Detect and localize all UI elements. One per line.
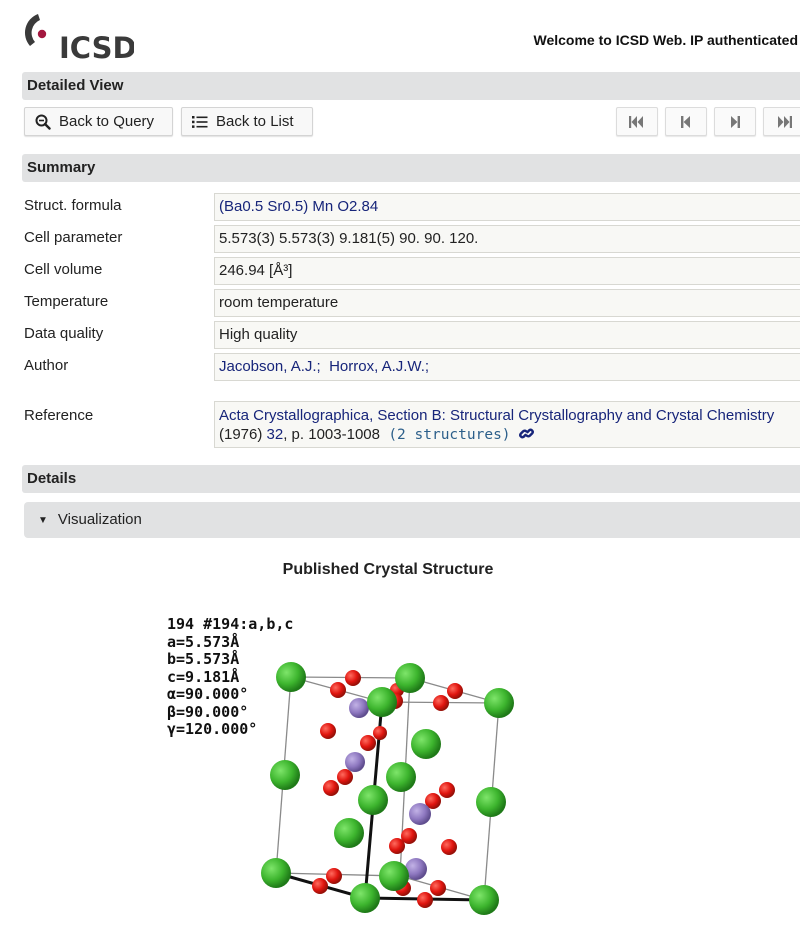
first-icon [629,115,643,128]
oxygen-atom [330,682,346,698]
back-to-list-button[interactable]: Back to List [181,107,313,136]
ba-sr-atom [476,787,506,817]
link-icon[interactable] [518,426,534,441]
formula-value: (Ba0.5 Sr0.5) Mn O2.84 [214,193,800,221]
ba-sr-atom [276,662,306,692]
temperature-value: room temperature [214,289,800,317]
oxygen-atom [360,735,376,751]
author-link[interactable]: Horrox, A.J.W.; [329,358,429,375]
visualization-toggle[interactable]: ▼ Visualization [24,502,800,538]
ba-sr-atom [484,688,514,718]
ba-sr-atom [367,687,397,717]
logo-mark-icon: ICSD [24,14,137,65]
icsd-logo[interactable]: ICSD [24,12,137,65]
oxygen-atom [441,839,457,855]
ba-sr-atom [395,663,425,693]
oxygen-atom [373,726,387,740]
data-quality-label: Data quality [24,325,104,342]
next-record-button[interactable] [714,107,756,136]
ba-sr-atom [386,762,416,792]
next-icon [731,115,740,128]
oxygen-atom [389,838,405,854]
manganese-atom [345,752,365,772]
welcome-message: Welcome to ICSD Web. IP authenticated [533,32,799,48]
ba-sr-atom [469,885,499,915]
oxygen-atom [433,695,449,711]
search-minus-icon [35,114,51,130]
oxygen-atom [439,782,455,798]
back-to-list-label: Back to List [216,113,294,130]
visualization-title: Published Crystal Structure [282,561,494,578]
author-link[interactable]: Jacobson, A.J.; [219,358,321,375]
logo-text: ICSD [59,31,134,64]
cell-volume-value: 246.94 [Å³] [214,257,800,285]
reference-value: Acta Crystallographica, Section B: Struc… [214,401,800,448]
formula-link[interactable]: (Ba0.5 Sr0.5) Mn O2.84 [219,198,378,215]
oxygen-atom [337,769,353,785]
detailed-view-header: Detailed View [22,72,800,100]
atoms [261,662,514,915]
crystal-structure-viewer[interactable] [240,640,540,930]
ba-sr-atom [270,760,300,790]
author-label: Author [24,357,69,374]
manganese-atom [349,698,369,718]
summary-header: Summary [22,154,800,182]
structures-link[interactable]: (2 structures) [388,427,510,443]
oxygen-atom [323,780,339,796]
oxygen-atom [447,683,463,699]
back-to-query-label: Back to Query [59,113,155,130]
oxygen-atom [312,878,328,894]
ba-sr-atom [379,861,409,891]
oxygen-atom [345,670,361,686]
oxygen-atom [320,723,336,739]
space-group: 194 #194:a,b,c [167,615,294,633]
previous-record-button[interactable] [665,107,707,136]
cell-volume-label: Cell volume [24,261,103,278]
first-record-button[interactable] [616,107,658,136]
last-record-button[interactable] [763,107,800,136]
visualization-label: Visualization [57,511,142,528]
oxygen-atom [417,892,433,908]
data-quality-value: High quality [214,321,800,349]
ba-sr-atom [261,858,291,888]
reference-pages: , p. 1003-1008 [283,426,380,443]
cell-parameter-label: Cell parameter [24,229,123,246]
reference-year: (1976) [219,426,263,443]
back-to-query-button[interactable]: Back to Query [24,107,173,136]
author-value: Jacobson, A.J.; Horrox, A.J.W.; [214,353,800,381]
list-icon [192,115,208,128]
journal-link[interactable]: Acta Crystallographica, Section B: Struc… [219,407,774,424]
ba-sr-atom [358,785,388,815]
cell-parameter-value: 5.573(3) 5.573(3) 9.181(5) 90. 90. 120. [214,225,800,253]
oxygen-atom [430,880,446,896]
volume-link[interactable]: 32 [267,426,284,443]
previous-icon [681,115,690,128]
manganese-atom [409,803,431,825]
formula-label: Struct. formula [24,197,122,214]
last-icon [778,115,792,128]
details-header: Details [22,465,800,493]
temperature-label: Temperature [24,293,109,310]
ba-sr-atom [334,818,364,848]
reference-label: Reference [24,407,94,424]
caret-down-icon: ▼ [38,515,48,526]
ba-sr-atom [411,729,441,759]
oxygen-atom [326,868,342,884]
ba-sr-atom [350,883,380,913]
